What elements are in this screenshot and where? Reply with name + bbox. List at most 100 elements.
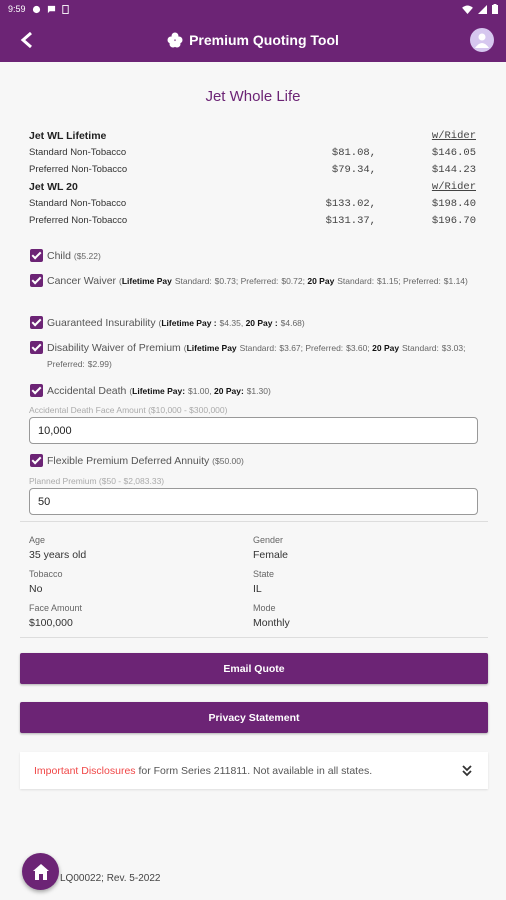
home-button[interactable] xyxy=(22,853,59,890)
option-label: Cancer Waiver xyxy=(47,275,117,287)
app-title-wrap: Premium Quoting Tool xyxy=(0,18,506,62)
wifi-icon xyxy=(462,4,473,14)
lifetime-pay-label: Lifetime Pay xyxy=(186,343,237,353)
option-label: Disability Waiver of Premium xyxy=(47,342,181,354)
rate-label: Preferred Non-Tobacco xyxy=(29,164,128,175)
price-value: $1.15 xyxy=(377,276,399,286)
rate-base: $79.34, xyxy=(331,163,376,176)
rate-base: $131.37, xyxy=(325,214,376,227)
rate-group-20: Jet WL 20 w/Rider Standard Non-Tobacco $… xyxy=(29,178,476,230)
planned-premium-input[interactable]: 50 xyxy=(29,488,478,515)
double-chevron-down-icon[interactable] xyxy=(460,764,474,778)
option-label: Child xyxy=(47,250,71,262)
info-right-column: Gender Female State IL Mode Monthly xyxy=(253,535,290,637)
state-value: IL xyxy=(253,583,262,595)
price-value: $0.72 xyxy=(281,276,303,286)
price-value: $3.03 xyxy=(441,343,464,353)
status-bar: 9:59 xyxy=(0,0,506,18)
option-label: Accidental Death xyxy=(47,385,127,397)
important-disclosures-link[interactable]: Important Disclosures xyxy=(34,765,136,777)
rider-header: w/Rider xyxy=(431,129,476,142)
lifetime-pay-label: Lifetime Pay xyxy=(121,276,172,286)
privacy-statement-button[interactable]: Privacy Statement xyxy=(20,702,488,733)
option-disability-waiver[interactable]: Disability Waiver of Premium (Lifetime P… xyxy=(30,340,475,372)
preferred-label: ; Preferred: xyxy=(398,276,441,286)
status-time: 9:59 xyxy=(8,4,26,14)
price-value: $4.68 xyxy=(280,318,302,328)
price-value: $2.99 xyxy=(87,359,109,369)
mode-label: Mode xyxy=(253,603,276,613)
price-value: $4.35 xyxy=(219,318,241,328)
cancer-waiver-checkbox[interactable] xyxy=(30,274,43,287)
option-price: ($5.22) xyxy=(73,251,101,261)
flower-logo-icon xyxy=(167,32,183,48)
face-amount-label: Face Amount xyxy=(29,603,83,613)
option-child[interactable]: Child ($5.22) xyxy=(30,248,475,264)
price-value: $1.14 xyxy=(443,276,466,286)
twenty-pay-label: 20 Pay xyxy=(372,343,400,353)
option-guaranteed-insurability[interactable]: Guaranteed Insurability (Lifetime Pay : … xyxy=(30,315,475,331)
option-price: ($50.00) xyxy=(212,456,244,466)
gender-label: Gender xyxy=(253,535,284,545)
info-left-column: Age 35 years old Tobacco No Face Amount … xyxy=(29,535,86,637)
rate-group-lifetime: Jet WL Lifetime w/Rider Standard Non-Tob… xyxy=(29,127,476,179)
twenty-pay-label: 20 Pay: xyxy=(214,386,244,396)
accidental-face-amount-input[interactable]: 10,000 xyxy=(29,417,478,444)
rate-rider: $196.70 xyxy=(431,214,476,227)
form-revision-text: LQ00022; Rev. 5-2022 xyxy=(60,873,161,884)
home-icon xyxy=(32,863,49,880)
rate-group-name: Jet WL 20 xyxy=(29,180,78,193)
lifetime-pay-label: Lifetime Pay : xyxy=(161,318,217,328)
option-cancer-waiver[interactable]: Cancer Waiver (Lifetime Pay Standard: $0… xyxy=(30,273,475,289)
rate-label: Preferred Non-Tobacco xyxy=(29,215,128,226)
standard-label: Standard: xyxy=(174,276,212,286)
accidental-death-checkbox[interactable] xyxy=(30,384,43,397)
tobacco-value: No xyxy=(29,583,43,595)
age-value: 35 years old xyxy=(29,549,87,561)
price-value: $3.60 xyxy=(346,343,368,353)
notification-icon xyxy=(32,5,40,13)
product-title: Jet Whole Life xyxy=(205,88,301,105)
price-value: $0.73 xyxy=(214,276,236,286)
profile-button[interactable] xyxy=(470,28,494,52)
rider-header: w/Rider xyxy=(431,180,476,193)
standard-label: Standard: xyxy=(239,343,277,353)
preferred-label: ; Preferred: xyxy=(235,276,279,286)
option-accidental-death[interactable]: Accidental Death (Lifetime Pay: $1.00, 2… xyxy=(30,383,475,399)
disability-waiver-checkbox[interactable] xyxy=(30,341,43,354)
age-label: Age xyxy=(29,535,46,545)
face-amount-value: $100,000 xyxy=(29,617,73,629)
app-title: Premium Quoting Tool xyxy=(189,32,339,48)
flexible-premium-checkbox[interactable] xyxy=(30,454,43,467)
standard-label: Standard: xyxy=(402,343,439,353)
option-label: Guaranteed Insurability xyxy=(47,317,156,329)
guaranteed-insurability-checkbox[interactable] xyxy=(30,316,43,329)
price-value: $1.00 xyxy=(187,386,210,396)
user-avatar-icon xyxy=(475,33,489,48)
twenty-pay-label: 20 Pay : xyxy=(245,318,278,328)
divider xyxy=(20,521,488,522)
disclosure-text: for Form Series 211811. Not available in… xyxy=(138,764,373,777)
accidental-face-amount-hint: Accidental Death Face Amount ($10,000 - … xyxy=(29,405,228,415)
battery-icon xyxy=(492,4,498,14)
rate-label: Standard Non-Tobacco xyxy=(29,147,127,158)
sim-icon xyxy=(61,4,69,14)
email-quote-button[interactable]: Email Quote xyxy=(20,653,488,684)
disclosures-panel[interactable]: Important Disclosures for Form Series 21… xyxy=(20,752,488,789)
twenty-pay-label: 20 Pay xyxy=(307,276,335,286)
lifetime-pay-label: Lifetime Pay: xyxy=(132,386,186,396)
tobacco-label: Tobacco xyxy=(29,569,63,579)
gender-value: Female xyxy=(253,549,289,561)
planned-premium-hint: Planned Premium ($50 - $2,083.33) xyxy=(29,476,165,486)
divider xyxy=(20,637,488,638)
rate-label: Standard Non-Tobacco xyxy=(29,198,127,209)
option-flexible-premium-annuity[interactable]: Flexible Premium Deferred Annuity ($50.0… xyxy=(30,453,475,469)
price-value: $1.30 xyxy=(246,386,268,396)
rate-group-name: Jet WL Lifetime xyxy=(29,129,107,142)
rate-base: $133.02, xyxy=(325,197,376,210)
rate-rider: $198.40 xyxy=(431,197,476,210)
child-checkbox[interactable] xyxy=(30,249,43,262)
preferred-label: ; Preferred: xyxy=(300,343,344,353)
signal-icon xyxy=(478,4,487,14)
option-label: Flexible Premium Deferred Annuity xyxy=(47,455,210,467)
